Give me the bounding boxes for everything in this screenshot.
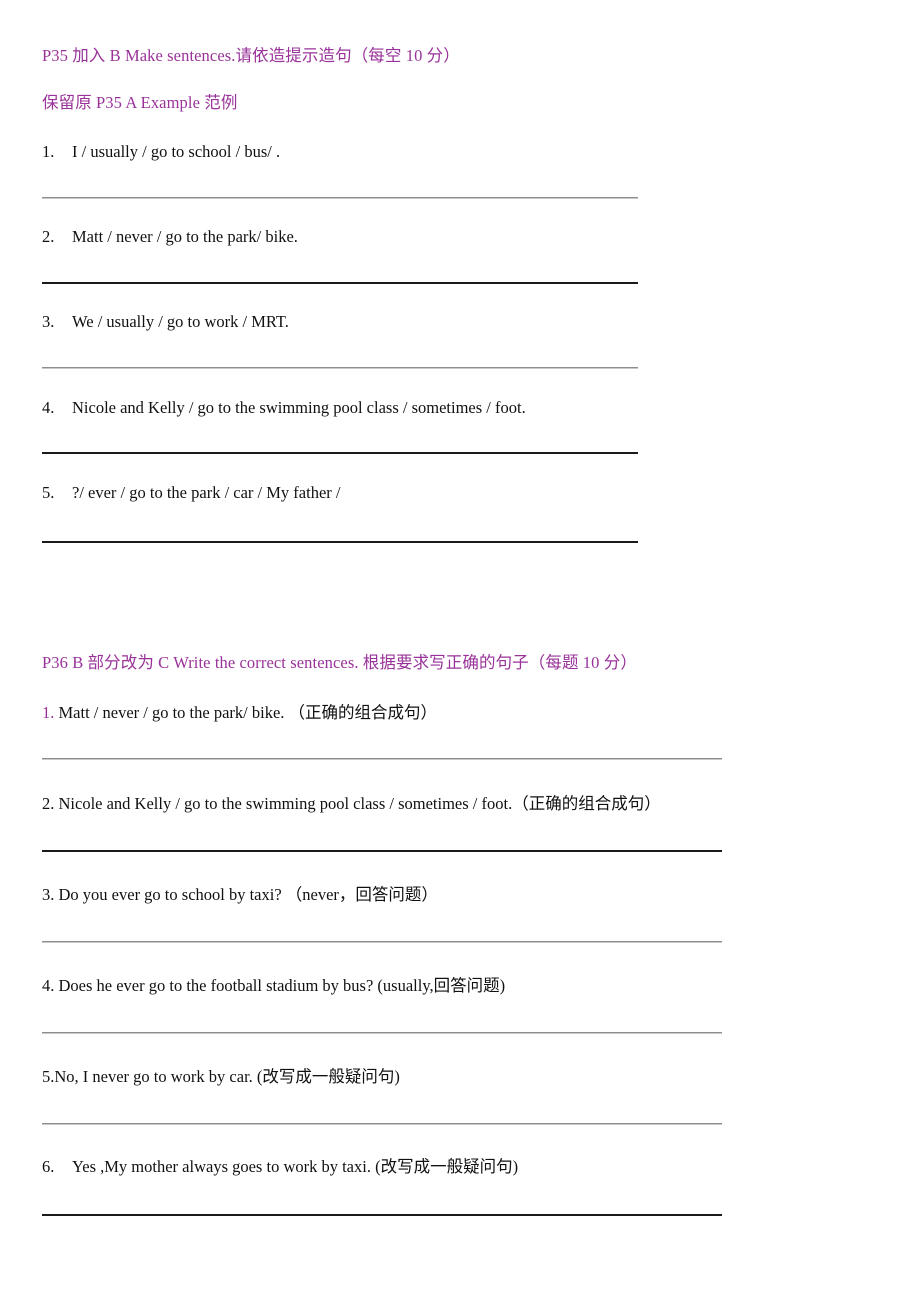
question-text: Yes ,My mother always goes to work by ta… <box>72 1157 519 1176</box>
question-number: 5. <box>42 483 55 502</box>
answer-line[interactable] <box>42 452 638 454</box>
question-item: 6. Yes ,My mother always goes to work by … <box>42 1156 518 1178</box>
answer-line[interactable] <box>42 1123 722 1125</box>
question-item: 3. We / usually / go to work / MRT. <box>42 311 289 333</box>
question-item: 3. Do you ever go to school by taxi? （ne… <box>42 884 438 906</box>
question-text: Matt / never / go to the park/ bike. <box>72 227 298 246</box>
question-item: 2. Matt / never / go to the park/ bike. <box>42 226 298 248</box>
answer-line[interactable] <box>42 541 638 543</box>
answer-line[interactable] <box>42 1032 722 1034</box>
question-number: 2. <box>42 227 55 246</box>
question-item: 1. I / usually / go to school / bus/ . <box>42 141 280 163</box>
answer-line[interactable] <box>42 758 722 760</box>
question-item: 5.No, I never go to work by car. (改写成一般疑… <box>42 1066 400 1088</box>
section-p35-heading: P35 加入 B Make sentences.请依造提示造句（每空 10 分） <box>42 46 460 65</box>
question-number: 3. <box>42 312 55 331</box>
question-text: Matt / never / go to the park/ bike. （正确… <box>54 703 438 722</box>
section-p36-heading: P36 B 部分改为 C Write the correct sentences… <box>42 653 637 672</box>
answer-line[interactable] <box>42 941 722 943</box>
question-number: 2. <box>42 794 55 813</box>
question-text: No, I never go to work by car. (改写成一般疑问句… <box>54 1067 400 1086</box>
question-number: 6. <box>42 1157 55 1176</box>
question-number: 5. <box>42 1067 55 1086</box>
question-number: 1. <box>42 703 55 722</box>
question-text: Nicole and Kelly / go to the swimming po… <box>72 398 526 417</box>
question-text: We / usually / go to work / MRT. <box>72 312 289 331</box>
question-number: 4. <box>42 398 55 417</box>
question-item: 4. Does he ever go to the football stadi… <box>42 975 505 997</box>
question-item: 4. Nicole and Kelly / go to the swimming … <box>42 397 526 419</box>
answer-line[interactable] <box>42 850 722 852</box>
question-text: Do you ever go to school by taxi? （never… <box>54 885 438 904</box>
question-text: I / usually / go to school / bus/ . <box>72 142 281 161</box>
question-number: 4. <box>42 976 55 995</box>
question-number: 1. <box>42 142 55 161</box>
question-text: Nicole and Kelly / go to the swimming po… <box>54 794 661 813</box>
question-number: 3. <box>42 885 55 904</box>
answer-line[interactable] <box>42 367 638 369</box>
answer-line[interactable] <box>42 197 638 199</box>
answer-line[interactable] <box>42 1214 722 1216</box>
question-text: Does he ever go to the football stadium … <box>54 976 506 995</box>
question-item: 5. ?/ ever / go to the park / car / My fa… <box>42 482 340 504</box>
question-text: ?/ ever / go to the park / car / My fath… <box>72 483 341 502</box>
question-item: 1. Matt / never / go to the park/ bike. … <box>42 702 437 724</box>
worksheet-page: P35 加入 B Make sentences.请依造提示造句（每空 10 分）… <box>0 0 920 1302</box>
question-item: 2. Nicole and Kelly / go to the swimming… <box>42 793 661 815</box>
section-p35-subheading: 保留原 P35 A Example 范例 <box>42 93 238 112</box>
answer-line[interactable] <box>42 282 638 284</box>
